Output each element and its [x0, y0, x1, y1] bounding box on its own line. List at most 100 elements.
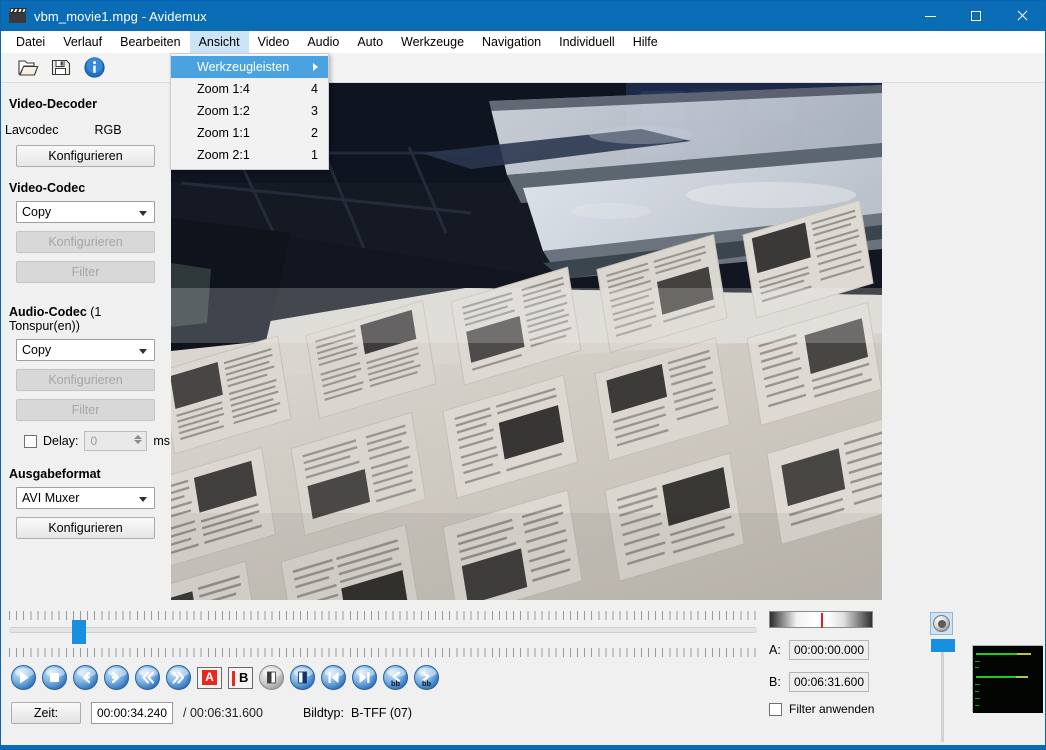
bottom-accent-line	[1, 745, 1045, 749]
volume-track[interactable]	[941, 644, 944, 742]
jump-end-button[interactable]	[352, 665, 377, 690]
video-codec-value: Copy	[22, 205, 51, 219]
apply-filter-row: Filter anwenden	[769, 702, 919, 716]
menu-auto[interactable]: Auto	[348, 31, 392, 53]
video-decoder-configure-button[interactable]: Konfigurieren	[16, 145, 155, 167]
maximize-icon	[971, 11, 981, 21]
output-format-title: Ausgabeformat	[9, 467, 170, 481]
info-icon[interactable]	[83, 57, 105, 79]
transport-controls: A B bb bb	[11, 665, 439, 690]
menu-datei[interactable]: Datei	[7, 31, 54, 53]
prev-keyframe-button[interactable]	[259, 665, 284, 690]
menu-ansicht[interactable]: Ansicht	[190, 31, 249, 53]
marker-b-field[interactable]: 00:06:31.600	[789, 672, 869, 692]
audio-codec-select[interactable]: Copy	[16, 339, 155, 361]
zeit-button[interactable]: Zeit:	[11, 702, 81, 724]
mark-b-label: B	[239, 670, 248, 685]
ruler-ticks-top	[9, 611, 757, 620]
audio-codec-filter-button[interactable]: Filter	[16, 399, 155, 421]
minimize-button[interactable]	[907, 1, 953, 31]
menu-verlauf[interactable]: Verlauf	[54, 31, 111, 53]
timeline-ruler	[9, 611, 757, 659]
menu-item-label: Zoom 1:2	[197, 104, 250, 118]
fast-rewind-button[interactable]	[135, 665, 160, 690]
menu-bearbeiten[interactable]: Bearbeiten	[111, 31, 189, 53]
menu-item-accel: 2	[311, 126, 318, 140]
chevron-down-icon	[139, 211, 147, 216]
menu-navigation[interactable]: Navigation	[473, 31, 550, 53]
decoder-name: Lavcodec	[5, 123, 59, 137]
audio-delay-unit: ms	[153, 434, 170, 448]
next-keyframe-button[interactable]	[290, 665, 315, 690]
audio-codec-title: Audio-Codec (1 Tonspur(en))	[9, 305, 170, 333]
audio-delay-checkbox[interactable]	[24, 435, 37, 448]
output-format-value: AVI Muxer	[22, 491, 79, 505]
play-button[interactable]	[11, 665, 36, 690]
maximize-button[interactable]	[953, 1, 999, 31]
video-codec-filter-button[interactable]: Filter	[16, 261, 155, 283]
position-marker	[821, 613, 823, 628]
audio-delay-value: 0	[90, 434, 97, 448]
mark-b-tick-icon	[232, 671, 235, 686]
marker-b-row: B: 00:06:31.600	[769, 672, 919, 692]
audio-codec-configure-button[interactable]: Konfigurieren	[16, 369, 155, 391]
stepper-arrows-icon[interactable]	[133, 434, 142, 450]
close-icon	[1016, 10, 1028, 22]
app-window: vbm_movie1.mpg - Avidemux Datei Verlauf …	[0, 0, 1046, 750]
menu-item-accel: 4	[311, 82, 318, 96]
svg-text:bb: bb	[422, 679, 432, 688]
audio-codec-value: Copy	[22, 343, 51, 357]
fast-forward-button[interactable]	[166, 665, 191, 690]
ab-markers-panel: A: 00:00:00.000 B: 00:06:31.600 Filter a…	[769, 611, 919, 716]
marker-a-field[interactable]: 00:00:00.000	[789, 640, 869, 660]
jump-start-button[interactable]	[321, 665, 346, 690]
bottom-panel: A B bb bb	[1, 604, 1045, 749]
position-gradient-bar[interactable]	[769, 611, 873, 628]
menu-item-zoom-1-4[interactable]: Zoom 1:4 4	[171, 78, 328, 100]
video-codec-configure-button[interactable]: Konfigurieren	[16, 231, 155, 253]
main-body: Video-Decoder Lavcodec RGB Konfigurieren…	[1, 83, 1045, 604]
total-time-label: / 00:06:31.600	[183, 706, 263, 720]
save-file-icon[interactable]	[50, 57, 72, 79]
menu-item-label: Zoom 1:1	[197, 126, 250, 140]
frametype-label: Bildtyp:	[303, 706, 344, 720]
apply-filter-checkbox[interactable]	[769, 703, 782, 716]
menu-werkzeuge[interactable]: Werkzeuge	[392, 31, 473, 53]
close-button[interactable]	[999, 1, 1045, 31]
mark-b-button[interactable]: B	[228, 667, 253, 689]
menu-audio[interactable]: Audio	[298, 31, 348, 53]
audio-delay-stepper[interactable]: 0	[84, 431, 147, 451]
menu-item-werkzeugleisten[interactable]: Werkzeugleisten	[171, 56, 328, 78]
output-format-configure-button[interactable]: Konfigurieren	[16, 517, 155, 539]
timeline-slider[interactable]	[72, 620, 86, 644]
audio-codec-title-main: Audio-Codec	[9, 305, 87, 319]
left-sidebar: Video-Decoder Lavcodec RGB Konfigurieren…	[1, 83, 170, 604]
menu-item-zoom-1-2[interactable]: Zoom 1:2 3	[171, 100, 328, 122]
menu-hilfe[interactable]: Hilfe	[624, 31, 667, 53]
menu-video[interactable]: Video	[249, 31, 299, 53]
current-time-input[interactable]: 00:00:34.240	[91, 702, 173, 724]
open-file-icon[interactable]	[17, 57, 39, 79]
menu-item-zoom-2-1[interactable]: Zoom 2:1 1	[171, 144, 328, 166]
timeline-track[interactable]	[9, 627, 757, 633]
video-codec-select[interactable]: Copy	[16, 201, 155, 223]
mark-a-button[interactable]: A	[197, 667, 222, 689]
next-black-frame-button[interactable]: bb	[414, 665, 439, 690]
menu-individuell[interactable]: Individuell	[550, 31, 624, 53]
film-clapper-icon	[9, 8, 27, 24]
audio-level-meter	[972, 645, 1042, 712]
status-row: Zeit: 00:00:34.240 / 00:06:31.600 Bildty…	[11, 702, 412, 724]
frametype-group: Bildtyp: B-TFF (07)	[303, 706, 412, 720]
prev-frame-button[interactable]	[73, 665, 98, 690]
menu-bar: Datei Verlauf Bearbeiten Ansicht Video A…	[1, 31, 1045, 53]
output-format-select[interactable]: AVI Muxer	[16, 487, 155, 509]
stop-button[interactable]	[42, 665, 67, 690]
menu-item-accel: 3	[311, 104, 318, 118]
menu-item-label: Zoom 1:4	[197, 82, 250, 96]
volume-slider[interactable]	[931, 639, 955, 652]
menu-item-label: Zoom 2:1	[197, 148, 250, 162]
prev-black-frame-button[interactable]: bb	[383, 665, 408, 690]
next-frame-button[interactable]	[104, 665, 129, 690]
menu-item-zoom-1-1[interactable]: Zoom 1:1 2	[171, 122, 328, 144]
speaker-icon[interactable]	[930, 612, 953, 635]
